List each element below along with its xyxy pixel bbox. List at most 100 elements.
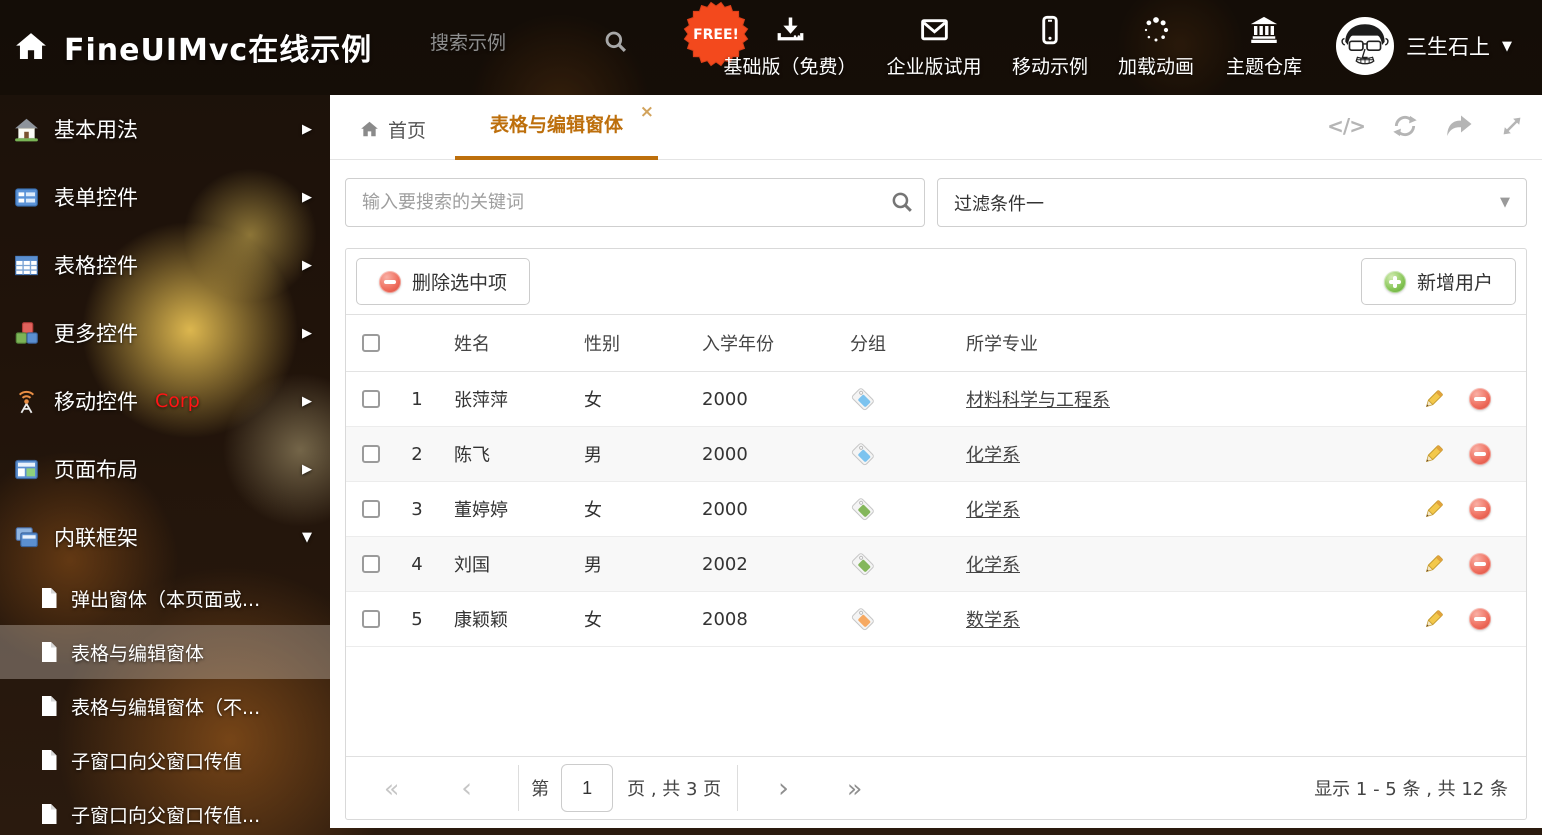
mobile-icon bbox=[1035, 15, 1065, 45]
major-link[interactable]: 数学系 bbox=[966, 610, 1020, 631]
nav-label: 移动示例 bbox=[1012, 52, 1088, 79]
nav-theme-store[interactable]: 主题仓库 bbox=[1226, 15, 1302, 79]
chevron-down-icon: ▼ bbox=[302, 530, 312, 545]
sidebar-subitem-grid-edit-window-2[interactable]: 表格与编辑窗体（不... bbox=[0, 679, 330, 733]
sidebar-item-page-layout[interactable]: 页面布局 ▶ bbox=[0, 435, 330, 503]
grid-empty-space bbox=[346, 647, 1526, 756]
row-checkbox[interactable] bbox=[362, 610, 380, 628]
row-checkbox[interactable] bbox=[362, 390, 380, 408]
sidebar-item-mobile-controls[interactable]: 移动控件 Corp ▶ bbox=[0, 367, 330, 435]
search-icon[interactable] bbox=[890, 190, 915, 215]
first-page-button[interactable]: « bbox=[384, 776, 399, 801]
edit-icon[interactable] bbox=[1422, 388, 1445, 411]
chevron-right-icon: ▶ bbox=[302, 394, 312, 409]
delete-selected-button[interactable]: 删除选中项 bbox=[356, 258, 530, 305]
cell-year: 2008 bbox=[686, 609, 834, 630]
header-search-input[interactable] bbox=[430, 33, 580, 55]
form-icon bbox=[14, 185, 39, 210]
major-link[interactable]: 化学系 bbox=[966, 500, 1020, 521]
cell-year: 2000 bbox=[686, 499, 834, 520]
edit-icon[interactable] bbox=[1422, 553, 1445, 576]
sidebar-subitem-grid-edit-window[interactable]: 表格与编辑窗体 bbox=[0, 625, 330, 679]
filter-dropdown[interactable]: 过滤条件一 ▼ bbox=[937, 178, 1527, 227]
chevron-down-icon: ▼ bbox=[1500, 195, 1510, 210]
row-checkbox[interactable] bbox=[362, 445, 380, 463]
envelope-icon bbox=[919, 15, 949, 45]
select-all-checkbox[interactable] bbox=[362, 334, 380, 352]
row-number: 5 bbox=[396, 609, 438, 630]
chevron-down-icon: ▼ bbox=[1502, 39, 1512, 54]
keyword-search-input[interactable] bbox=[345, 178, 925, 227]
sidebar-item-basic-usage[interactable]: 基本用法 ▶ bbox=[0, 95, 330, 163]
sidebar-item-label: 表格控件 bbox=[54, 250, 138, 280]
delete-icon[interactable] bbox=[1469, 553, 1491, 575]
cell-group bbox=[834, 551, 950, 577]
add-user-button[interactable]: 新增用户 bbox=[1361, 258, 1516, 305]
row-checkbox[interactable] bbox=[362, 555, 380, 573]
delete-icon[interactable] bbox=[1469, 443, 1491, 465]
sidebar: 基本用法 ▶ 表单控件 ▶ 表格控件 ▶ 更多控件 ▶ 移动控件 Corp ▶ … bbox=[0, 95, 330, 835]
next-page-button[interactable]: › bbox=[778, 775, 789, 802]
divider bbox=[518, 765, 519, 811]
refresh-icon[interactable] bbox=[1392, 113, 1418, 139]
house-icon bbox=[14, 117, 39, 142]
major-link[interactable]: 化学系 bbox=[966, 445, 1020, 466]
delete-icon[interactable] bbox=[1469, 608, 1491, 630]
source-code-icon[interactable]: </> bbox=[1327, 114, 1365, 138]
sidebar-item-inline-frames[interactable]: 内联框架 ▼ bbox=[0, 503, 330, 571]
row-number: 1 bbox=[396, 389, 438, 410]
button-label: 删除选中项 bbox=[412, 268, 507, 295]
user-menu[interactable]: 三生石上 ▼ bbox=[1336, 17, 1512, 75]
record-count-summary: 显示 1 - 5 条 , 共 12 条 bbox=[1314, 775, 1508, 801]
brand[interactable]: FineUIMvc在线示例 bbox=[14, 25, 372, 69]
edit-icon[interactable] bbox=[1422, 608, 1445, 631]
sidebar-subitem-label: 子窗口向父窗口传值 bbox=[71, 747, 242, 774]
cell-name: 陈飞 bbox=[438, 441, 568, 467]
share-icon[interactable] bbox=[1445, 113, 1473, 139]
home-icon bbox=[14, 30, 48, 64]
sidebar-subitem-child-to-parent-2[interactable]: 子窗口向父窗口传值... bbox=[0, 787, 330, 835]
major-link[interactable]: 化学系 bbox=[966, 555, 1020, 576]
tag-icon bbox=[850, 551, 876, 577]
delete-icon[interactable] bbox=[1469, 498, 1491, 520]
search-icon[interactable] bbox=[603, 29, 629, 55]
edit-icon[interactable] bbox=[1422, 498, 1445, 521]
sidebar-item-grid-controls[interactable]: 表格控件 ▶ bbox=[0, 231, 330, 299]
expand-icon[interactable] bbox=[1500, 114, 1524, 138]
last-page-button[interactable]: » bbox=[847, 776, 862, 801]
page-prefix: 第 bbox=[531, 775, 549, 801]
antenna-icon bbox=[14, 389, 39, 414]
cell-name: 康颖颖 bbox=[438, 606, 568, 632]
nav-basic-free[interactable]: 基础版（免费） bbox=[723, 15, 856, 79]
filter-row: 过滤条件一 ▼ bbox=[330, 160, 1542, 248]
sidebar-subitem-popup-window[interactable]: 弹出窗体（本页面或... bbox=[0, 571, 330, 625]
edit-icon[interactable] bbox=[1422, 443, 1445, 466]
row-number: 2 bbox=[396, 444, 438, 465]
nav-enterprise-trial[interactable]: 企业版试用 bbox=[886, 15, 981, 79]
prev-page-button[interactable]: ‹ bbox=[461, 775, 472, 802]
tab-home[interactable]: 首页 bbox=[360, 116, 426, 143]
file-icon bbox=[40, 641, 58, 663]
nav-mobile-demo[interactable]: 移动示例 bbox=[1012, 15, 1088, 79]
table-row: 1 张萍萍 女 2000 材料科学与工程系 bbox=[346, 372, 1526, 427]
column-group: 分组 bbox=[834, 330, 950, 356]
app-window: FineUIMvc在线示例 FREE! 基础版（免费） 企业版试用 移动示 bbox=[0, 0, 1542, 835]
page-number-input[interactable] bbox=[561, 764, 613, 812]
sidebar-item-label: 页面布局 bbox=[54, 454, 138, 484]
tag-icon bbox=[850, 441, 876, 467]
tag-icon bbox=[850, 606, 876, 632]
layout-icon bbox=[14, 457, 39, 482]
major-link[interactable]: 材料科学与工程系 bbox=[966, 390, 1110, 411]
delete-icon[interactable] bbox=[1469, 388, 1491, 410]
tag-icon bbox=[850, 386, 876, 412]
sidebar-item-more-controls[interactable]: 更多控件 ▶ bbox=[0, 299, 330, 367]
sidebar-item-form-controls[interactable]: 表单控件 ▶ bbox=[0, 163, 330, 231]
nav-loading-animation[interactable]: 加载动画 bbox=[1118, 15, 1194, 79]
tab-grid-edit-window[interactable]: 表格与编辑窗体 × bbox=[455, 95, 658, 160]
sidebar-item-label: 基本用法 bbox=[54, 114, 138, 144]
sidebar-subitem-child-to-parent[interactable]: 子窗口向父窗口传值 bbox=[0, 733, 330, 787]
row-checkbox[interactable] bbox=[362, 500, 380, 518]
cubes-icon bbox=[14, 321, 39, 346]
close-icon[interactable]: × bbox=[640, 104, 654, 121]
table-row: 3 董婷婷 女 2000 化学系 bbox=[346, 482, 1526, 537]
